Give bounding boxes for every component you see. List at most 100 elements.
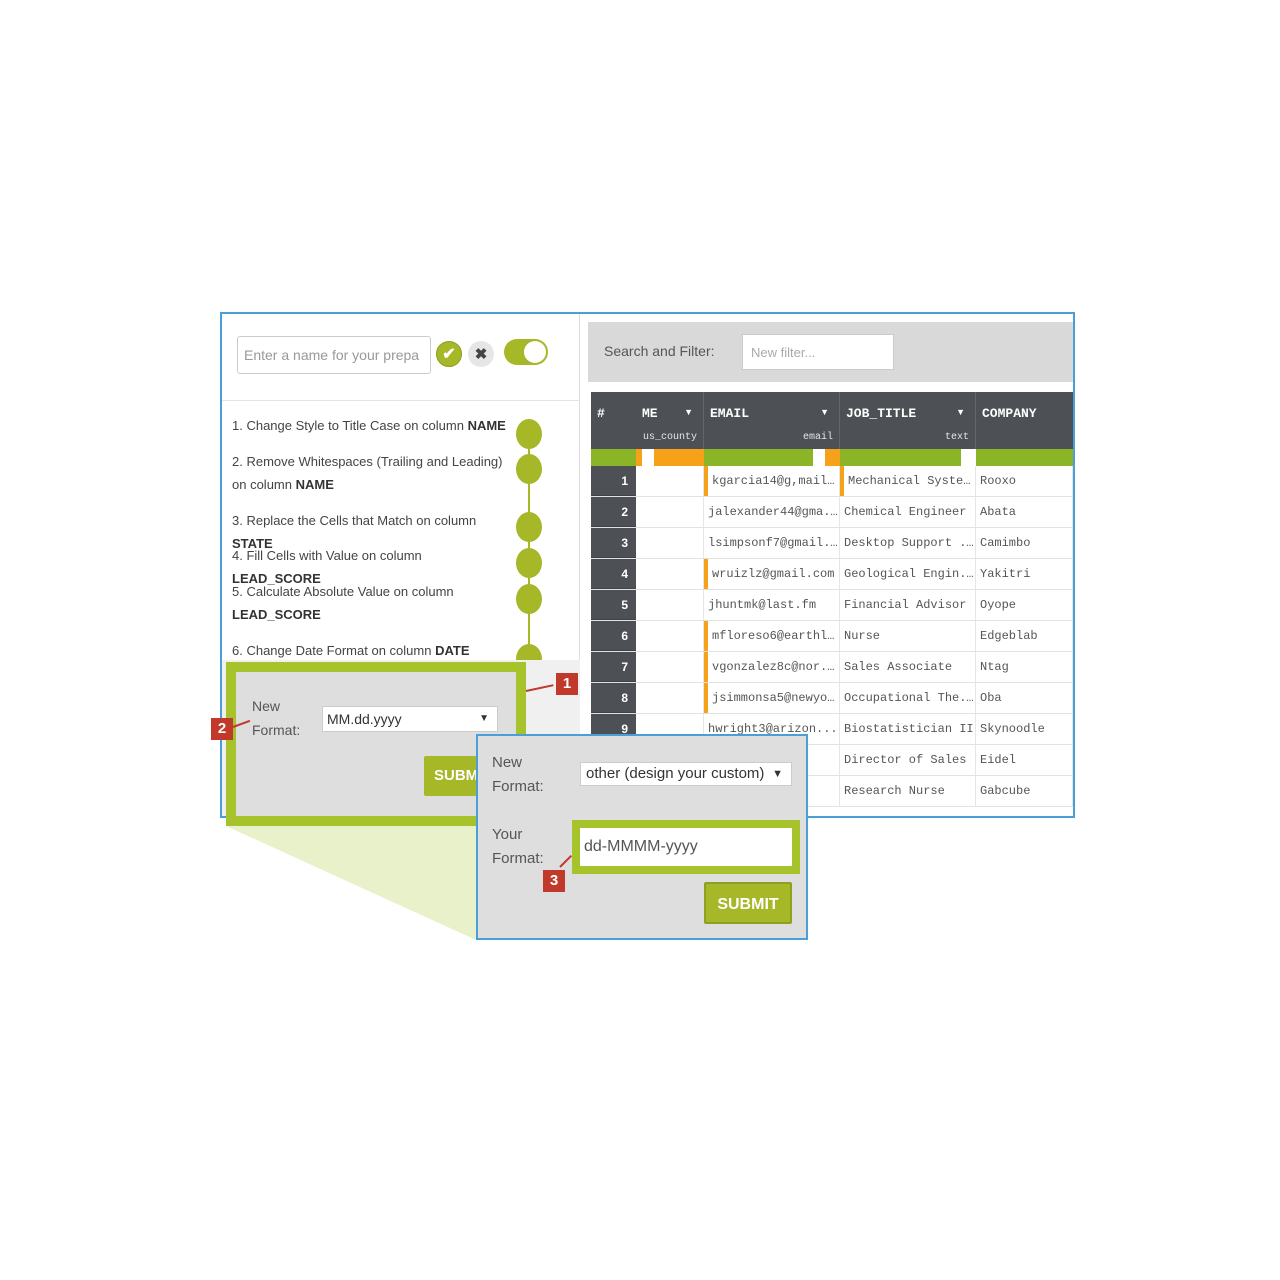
preparation-toggle[interactable] [504,339,548,365]
step-dot-4[interactable] [516,548,542,578]
step-item-6[interactable]: 6. Change Date Format on column DATE [232,639,507,662]
callout-badge-3: 3 [543,870,565,892]
cell-job-title[interactable]: Mechanical Syste... [840,466,976,496]
cell-name[interactable] [636,590,704,620]
new-format-select[interactable]: other (design your custom) ▼ [580,762,792,786]
cell-company[interactable]: Oba [976,683,1073,713]
column-header-job-title[interactable]: JOB_TITLE ▼ text [840,392,976,449]
cell-name[interactable] [636,466,704,496]
chevron-down-icon: ▼ [768,763,783,785]
cell-company[interactable]: Skynoodle [976,714,1073,744]
row-number[interactable]: 3 [591,528,636,558]
filter-bar: Search and Filter: [588,322,1073,382]
step-dot-1[interactable] [516,419,542,449]
table-row[interactable]: 3 lsimpsonf7@gmail... Desktop Support ... C… [591,528,1073,559]
quality-invalid [825,449,840,466]
step-item-2[interactable]: 2. Remove Whitespaces (Trailing and Lead… [232,450,507,496]
new-format-label: Format: [252,722,301,738]
cancel-name-button[interactable]: ✖ [468,341,494,367]
step-item-1[interactable]: 1. Change Style to Title Case on column … [232,414,507,437]
filter-input[interactable] [742,334,894,370]
filter-label: Search and Filter: [604,343,715,359]
row-number[interactable]: 6 [591,621,636,651]
column-header-name[interactable]: ME ▼ us_county [636,392,704,449]
cell-job-title[interactable]: Financial Advisor [840,590,976,620]
toggle-knob [524,341,546,363]
cell-job-title[interactable]: Geological Engin... [840,559,976,589]
row-number[interactable]: 4 [591,559,636,589]
cell-job-title[interactable]: Sales Associate [840,652,976,682]
cell-company[interactable]: Abata [976,497,1073,527]
new-format-select[interactable]: MM.dd.yyyy ▼ [322,706,498,732]
cell-company[interactable]: Camimbo [976,528,1073,558]
chevron-down-icon[interactable]: ▼ [820,407,829,417]
step-dot-5[interactable] [516,584,542,614]
table-row[interactable]: 4 wruizlz@gmail.com Geological Engin... Yak… [591,559,1073,590]
preparation-name-input[interactable] [237,336,431,374]
step-dot-3[interactable] [516,512,542,542]
step-item-5[interactable]: 5. Calculate Absolute Value on column LE… [232,580,507,626]
table-row[interactable]: 1 kgarcia14@g,mail... Mechanical Syste... R… [591,466,1073,497]
cell-email[interactable]: jsimmonsa5@newyo... [704,683,840,713]
cell-name[interactable] [636,621,704,651]
cell-email[interactable]: vgonzalez8c@nor.... [704,652,840,682]
your-format-highlight [572,820,800,874]
step-dot-2[interactable] [516,454,542,484]
new-format-label: New [492,754,523,771]
chevron-down-icon: ▼ [479,713,489,724]
row-number-header: # [597,406,605,421]
cell-email[interactable]: mfloreso6@earthl... [704,621,840,651]
callout-badge-2: 2 [211,718,233,740]
confirm-name-button[interactable]: ✔ [436,341,462,367]
column-header-email[interactable]: EMAIL ▼ email [704,392,840,449]
cell-company[interactable]: Eidel [976,745,1073,775]
cell-email[interactable]: kgarcia14@g,mail... [704,466,840,496]
cell-name[interactable] [636,559,704,589]
your-format-label: Your [492,826,523,843]
cell-company[interactable]: Rooxo [976,466,1073,496]
row-number[interactable]: 8 [591,683,636,713]
table-row[interactable]: 7 vgonzalez8c@nor.... Sales Associate Ntag [591,652,1073,683]
cell-email[interactable]: wruizlz@gmail.com [704,559,840,589]
new-format-label: New [252,698,281,714]
row-number[interactable]: 5 [591,590,636,620]
row-number[interactable]: 1 [591,466,636,496]
cell-name[interactable] [636,497,704,527]
chevron-down-icon[interactable]: ▼ [684,407,693,417]
cell-company[interactable]: Gabcube [976,776,1073,806]
cell-name[interactable] [636,652,704,682]
table-row[interactable]: 6 mfloreso6@earthl... Nurse Edgeblab [591,621,1073,652]
cell-company[interactable]: Ntag [976,652,1073,682]
cell-job-title[interactable]: Biostatistician II [840,714,976,744]
check-icon: ✔ [442,346,456,363]
chevron-down-icon[interactable]: ▼ [956,407,965,417]
quality-invalid [654,449,704,466]
quality-empty [642,449,654,466]
cell-company[interactable]: Yakitri [976,559,1073,589]
cell-job-title[interactable]: Nurse [840,621,976,651]
table-row[interactable]: 5 jhuntmk@last.fm Financial Advisor Oyope [591,590,1073,621]
callout-badge-1: 1 [556,673,578,695]
cell-email[interactable]: jhuntmk@last.fm [704,590,840,620]
quality-empty [813,449,825,466]
cell-job-title[interactable]: Director of Sales [840,745,976,775]
row-number[interactable]: 2 [591,497,636,527]
table-row[interactable]: 8 jsimmonsa5@newyo... Occupational The... O… [591,683,1073,714]
cell-job-title[interactable]: Desktop Support ... [840,528,976,558]
cell-name[interactable] [636,528,704,558]
table-row[interactable]: 2 jalexander44@gma... Chemical Engineer Aba… [591,497,1073,528]
cell-email[interactable]: jalexander44@gma... [704,497,840,527]
column-header-company[interactable]: COMPANY [976,392,1073,449]
cell-job-title[interactable]: Occupational The... [840,683,976,713]
your-format-label: Format: [492,850,544,867]
cell-company[interactable]: Oyope [976,590,1073,620]
cell-company[interactable]: Edgeblab [976,621,1073,651]
submit-button[interactable]: SUBMIT [704,882,792,924]
cell-job-title[interactable]: Research Nurse [840,776,976,806]
quality-empty [961,449,976,466]
your-format-input[interactable] [584,834,784,860]
cell-email[interactable]: lsimpsonf7@gmail... [704,528,840,558]
cell-name[interactable] [636,683,704,713]
cell-job-title[interactable]: Chemical Engineer [840,497,976,527]
row-number[interactable]: 7 [591,652,636,682]
